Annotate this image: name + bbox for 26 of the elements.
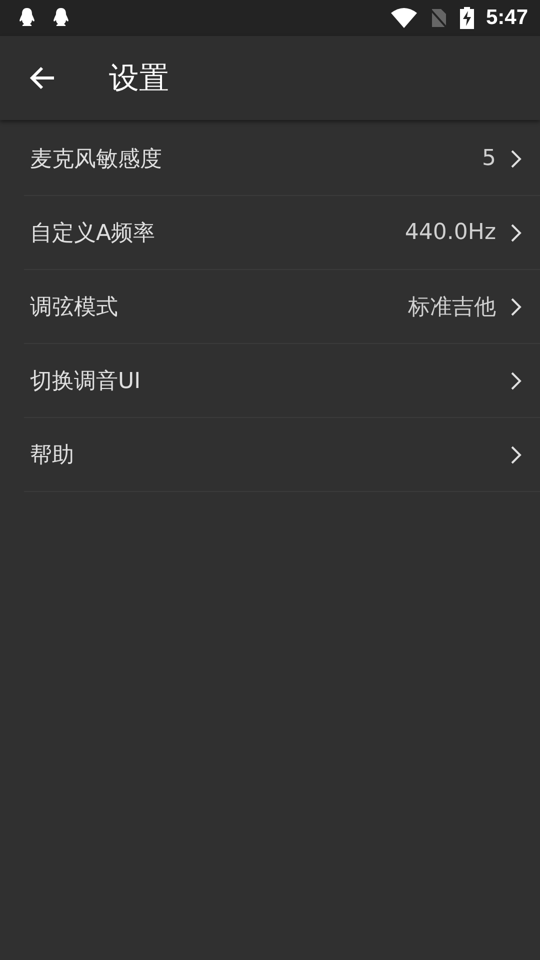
settings-item[interactable]: 切换调音UI — [24, 344, 540, 418]
setting-value: 440.0Hz — [404, 220, 496, 245]
chevron-right-icon — [510, 444, 522, 464]
setting-value: 5 — [482, 146, 496, 171]
penguin-icon — [52, 8, 70, 28]
setting-label: 调弦模式 — [30, 294, 119, 322]
settings-item[interactable]: 调弦模式 标准吉他 — [24, 270, 540, 344]
settings-item[interactable]: 帮助 — [24, 418, 540, 492]
settings-item[interactable]: 自定义A频率 440.0Hz — [24, 196, 540, 270]
chevron-right-icon — [510, 370, 522, 390]
screen-title: 设置 — [109, 60, 169, 98]
wifi-icon — [390, 8, 417, 28]
setting-label: 麦克风敏感度 — [30, 146, 163, 174]
back-button[interactable] — [28, 64, 56, 92]
back-arrow-icon — [29, 66, 55, 90]
chevron-right-icon — [510, 296, 522, 316]
setting-label: 帮助 — [30, 442, 75, 470]
settings-item[interactable]: 麦克风敏感度 5 — [24, 122, 540, 196]
battery-charging-icon — [460, 7, 474, 29]
penguin-icon — [18, 8, 36, 28]
setting-label: 自定义A频率 — [30, 220, 156, 248]
chevron-right-icon — [510, 222, 522, 242]
setting-label: 切换调音UI — [30, 368, 142, 396]
chevron-right-icon — [510, 148, 522, 168]
clock-time: 5:47 — [486, 6, 528, 30]
setting-value: 标准吉他 — [408, 294, 496, 322]
